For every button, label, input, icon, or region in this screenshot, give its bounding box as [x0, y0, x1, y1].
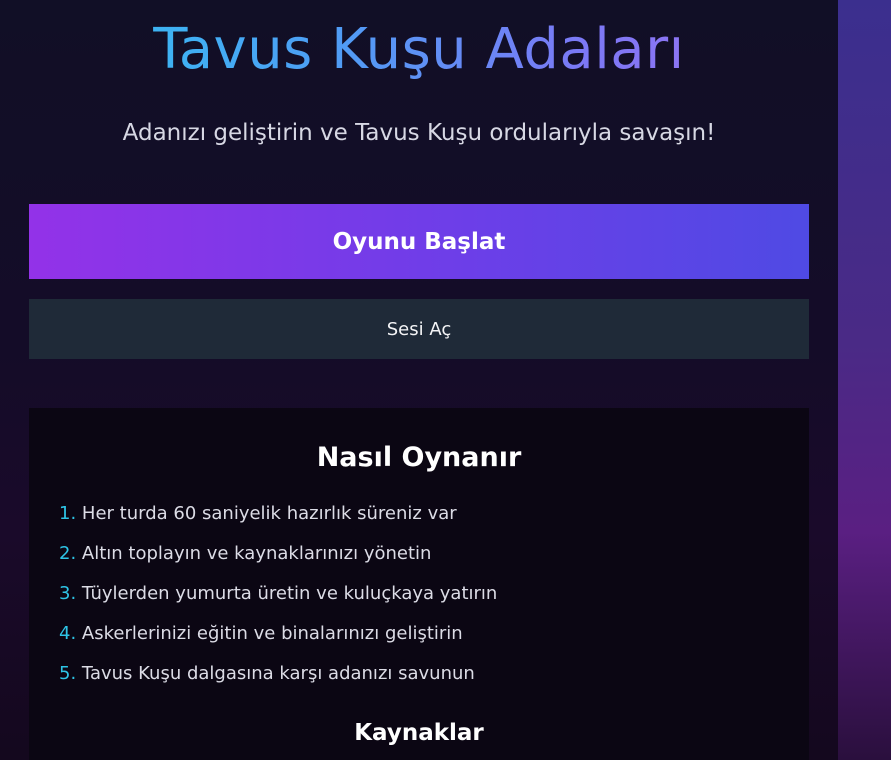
game-title: Tavus Kuşu Adaları [0, 12, 838, 88]
step-number: 4. [59, 623, 77, 644]
step-number: 3. [59, 583, 77, 604]
how-to-play-card: Nasıl Oynanır 1. Her turda 60 saniyelik … [29, 408, 809, 760]
step-text: Askerlerinizi eğitin ve binalarınızı gel… [81, 623, 463, 644]
step-item: 4. Askerlerinizi eğitin ve binalarınızı … [59, 620, 497, 660]
start-game-button[interactable]: Oyunu Başlat [29, 204, 809, 279]
resources-title: Kaynaklar [354, 720, 484, 746]
step-number: 1. [59, 503, 77, 524]
steps-list: 1. Her turda 60 saniyelik hazırlık süren… [59, 500, 497, 700]
step-number: 2. [59, 543, 77, 564]
how-to-play-title: Nasıl Oynanır [316, 442, 522, 473]
step-text: Her turda 60 saniyelik hazırlık süreniz … [81, 503, 457, 524]
step-item: 2. Altın toplayın ve kaynaklarınızı yöne… [59, 540, 497, 580]
step-item: 3. Tüylerden yumurta üretin ve kuluçkaya… [59, 580, 497, 620]
step-item: 5. Tavus Kuşu dalgasına karşı adanızı sa… [59, 660, 497, 700]
step-text: Altın toplayın ve kaynaklarınızı yönetin [81, 543, 432, 564]
step-number: 5. [59, 663, 77, 684]
step-item: 1. Her turda 60 saniyelik hazırlık süren… [59, 500, 497, 540]
step-text: Tüylerden yumurta üretin ve kuluçkaya ya… [81, 583, 498, 604]
game-subtitle: Adanızı geliştirin ve Tavus Kuşu ordular… [122, 120, 716, 146]
step-text: Tavus Kuşu dalgasına karşı adanızı savun… [81, 663, 475, 684]
sound-toggle-button[interactable]: Sesi Aç [29, 299, 809, 359]
main-panel: Tavus Kuşu Adaları Adanızı geliştirin ve… [0, 0, 838, 760]
